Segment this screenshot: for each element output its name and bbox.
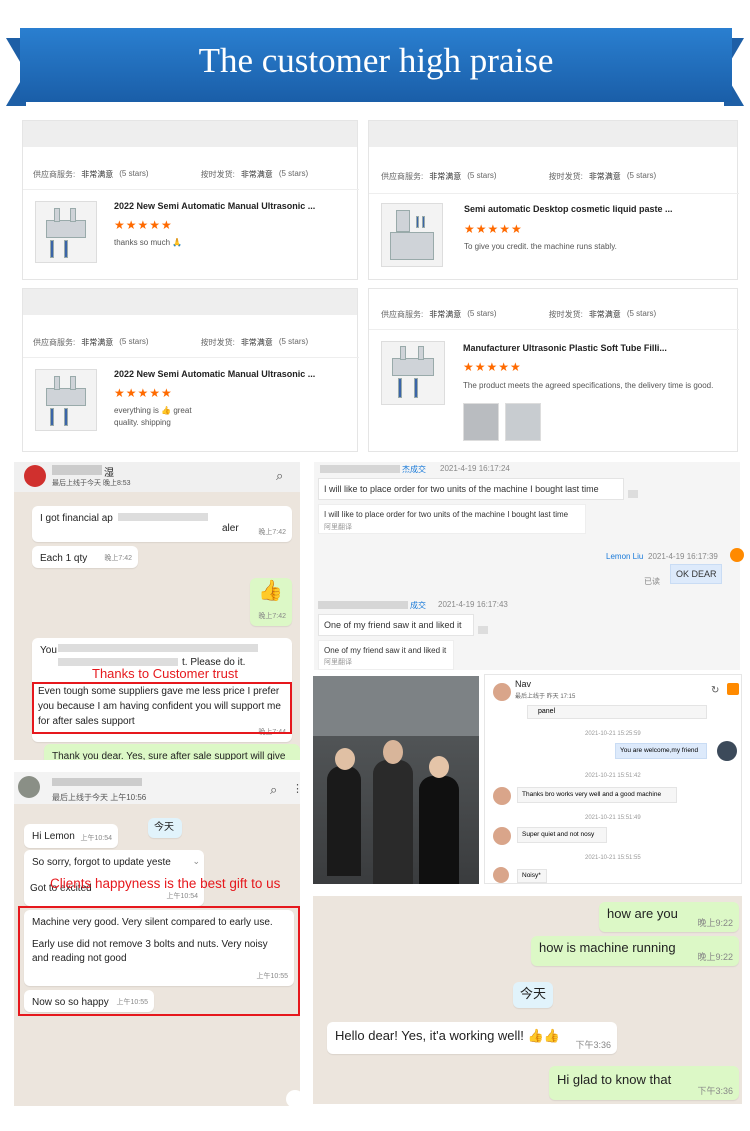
customer-photo[interactable] [313,676,479,884]
product-image[interactable] [35,201,97,263]
review-text: everything is 👍 great [114,406,192,415]
date-chip: 今天 [148,818,182,838]
chat-screenshot-3: Nav 最后上线于 昨天 17:15 ↻ panel 2021-10-21 15… [484,674,742,884]
rating-row: 供应商服务: 非常满意 (5 stars) 按时发货: 非常满意 (5 stars) [33,169,309,179]
message-incoming[interactable]: panel [527,705,707,719]
sender-name: Lemon Liu [606,552,644,561]
annotation-happiness: Clients happyness is the best gift to us [50,876,281,891]
product-title[interactable]: Manufacturer Ultrasonic Plastic Soft Tub… [463,343,667,353]
last-seen: 最后上线于今天 上午10:56 [52,793,147,802]
timestamp: 2021-4-19 16:17:39 [648,552,718,561]
annotation-thanks: Thanks to Customer trust [92,666,238,681]
sender-name: 成交 [410,601,426,610]
timestamp: 2021-10-21 15:51:55 [585,855,641,861]
message-incoming[interactable]: Noisy* [517,869,547,883]
timestamp: 2021-4-19 16:17:43 [438,600,508,609]
chat-header: 湿 最后上线于今天 晚上8:53 ⌕ [14,462,300,492]
message-outgoing[interactable]: Hi glad to know that 下午3:36 [549,1066,739,1100]
message-incoming[interactable]: Each 1 qty 晚上7:42 [32,546,138,568]
product-title[interactable]: 2022 New Semi Automatic Manual Ultrasoni… [114,201,315,211]
highlight-box [32,682,292,734]
chat-screenshot-2: 杰成交 2021-4-19 16:17:24 I will like to pl… [314,462,744,670]
blurred-name [52,465,102,475]
chevron-down-icon[interactable]: ⌄ [192,854,200,868]
search-icon[interactable]: ⌕ [270,782,277,798]
last-seen: 最后上线于 昨天 17:15 [515,694,576,700]
last-seen: 最后上线于今天 晚上8:53 [52,480,131,487]
sender-name: 杰成交 [402,465,426,474]
product-title[interactable]: Semi automatic Desktop cosmetic liquid p… [464,204,673,214]
star-rating: ★★★★★ [463,360,522,374]
review-text: thanks so much 🙏 [114,238,183,247]
timestamp: 2021-4-19 16:17:24 [440,464,510,473]
chat-header: 最后上线于今天 上午10:56 ⌕ ⋮ [14,772,300,804]
avatar [493,683,511,701]
chat-screenshot-5: how are you 晚上9:22 how is machine runnin… [313,896,742,1104]
translated-message [318,504,586,534]
scroll-down-button[interactable] [286,1090,300,1106]
message-incoming[interactable]: Thanks bro works very well and a good ma… [517,787,677,803]
date-chip: 今天 [513,982,553,1008]
avatar [18,776,40,798]
highlight-box [18,906,300,1016]
message-outgoing[interactable]: how is machine running 晚上9:22 [531,936,739,966]
timestamp: 2021-10-21 15:51:42 [585,773,641,779]
star-rating: ★★★★★ [114,386,173,400]
product-image[interactable] [35,369,97,431]
rating-row: 供应商服务: 非常满意 (5 stars) 按时发货: 非常满意 (5 stars) [381,171,657,181]
refresh-icon[interactable]: ↻ [711,685,719,696]
search-icon[interactable]: ⌕ [276,468,283,484]
translate-button[interactable] [478,626,488,634]
message-outgoing[interactable]: You are welcome,my friend [615,743,707,759]
blurred-name [52,778,142,786]
review-text: quality. shipping [114,418,171,427]
review-text: To give you credit. the machine runs sta… [464,242,617,251]
avatar [493,867,509,883]
message-outgoing[interactable]: Thank you dear. Yes, sure after sale sup… [44,744,300,760]
blurred-name [320,465,400,473]
contact-name: 湿 [104,468,114,479]
menu-icon[interactable] [727,683,739,695]
message-incoming[interactable]: Super quiet and not nosy [517,827,607,843]
review-card-4: 供应商服务: 非常满意 (5 stars) 按时发货: 非常满意 (5 stars) M… [368,288,739,452]
review-photo[interactable] [463,403,499,441]
product-title[interactable]: 2022 New Semi Automatic Manual Ultrasoni… [114,369,315,379]
review-card-3: 供应商服务: 非常满意 (5 stars) 按时发货: 非常满意 (5 stars) 2… [22,288,359,452]
message-incoming[interactable]: Hello dear! Yes, it'a working well! 👍👍 下… [327,1022,617,1054]
timestamp: 2021-10-21 15:25:59 [585,731,641,737]
product-image[interactable] [381,203,443,267]
product-image[interactable] [381,341,445,405]
avatar [717,741,737,761]
translate-button[interactable] [628,490,638,498]
avatar [493,827,511,845]
star-rating: ★★★★★ [114,218,173,232]
rating-row: 供应商服务: 非常满意 (5 stars) 按时发货: 非常满意 (5 stars) [381,309,657,319]
card-header [369,121,737,147]
star-rating: ★★★★★ [464,222,523,236]
avatar [24,465,46,487]
avatar [730,548,744,562]
message-incoming[interactable]: Hi Lemon 上午10:54 [24,824,118,848]
review-text: The product meets the agreed specificati… [463,381,714,390]
card-header [23,289,357,315]
review-photo[interactable] [505,403,541,441]
blurred-name [318,601,408,609]
message-outgoing[interactable]: 👍 晚上7:42 [250,578,292,626]
review-card-2: 供应商服务: 非常满意 (5 stars) 按时发货: 非常满意 (5 stars) S… [368,120,739,280]
banner-title: The customer high praise [198,41,554,80]
review-card-1: 供应商服务: 非常满意 (5 stars) 按时发货: 非常满意 (5 stars) 2… [22,120,359,280]
avatar [493,787,511,805]
read-status: 已读 [644,577,660,586]
menu-icon[interactable]: ⋮ [292,782,300,795]
timestamp: 2021-10-21 15:51:49 [585,815,641,821]
contact-name: Nav [515,679,532,689]
card-header [23,121,357,147]
rating-row: 供应商服务: 非常满意 (5 stars) 按时发货: 非常满意 (5 stars) [33,337,309,347]
message-outgoing[interactable]: how are you 晚上9:22 [599,902,739,932]
message-incoming[interactable]: I got financial ap aler 晚上7:42 [32,506,292,542]
